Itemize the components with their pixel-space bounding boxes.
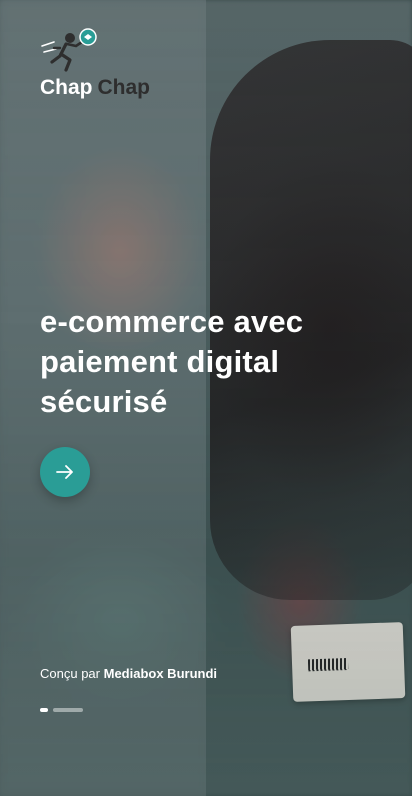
headline-line-3: sécurisé (40, 384, 168, 419)
credit-prefix: Conçu par (40, 666, 100, 681)
headline-line-1: e-commerce avec (40, 304, 304, 339)
hero-headline: e-commerce avec paiement digital sécuris… (40, 302, 370, 422)
runner-logo-icon (41, 28, 97, 72)
logo-word-2: Chap (97, 76, 151, 99)
page-dot-active[interactable] (40, 708, 48, 712)
arrow-right-icon (56, 465, 73, 479)
headline-line-2: paiement digital (40, 344, 280, 379)
credit-brand: Mediabox Burundi (103, 666, 217, 681)
app-logo-text: Chap Chap (40, 76, 150, 100)
next-button[interactable] (40, 447, 90, 497)
page-indicator (40, 708, 83, 712)
logo-word-1: Chap (40, 76, 93, 99)
app-logo: Chap Chap (38, 26, 158, 102)
page-dot[interactable] (53, 708, 83, 712)
designer-credit: Conçu par Mediabox Burundi (40, 666, 217, 681)
onboarding-screen: Chap Chap e-commerce avec paiement digita… (0, 0, 412, 796)
